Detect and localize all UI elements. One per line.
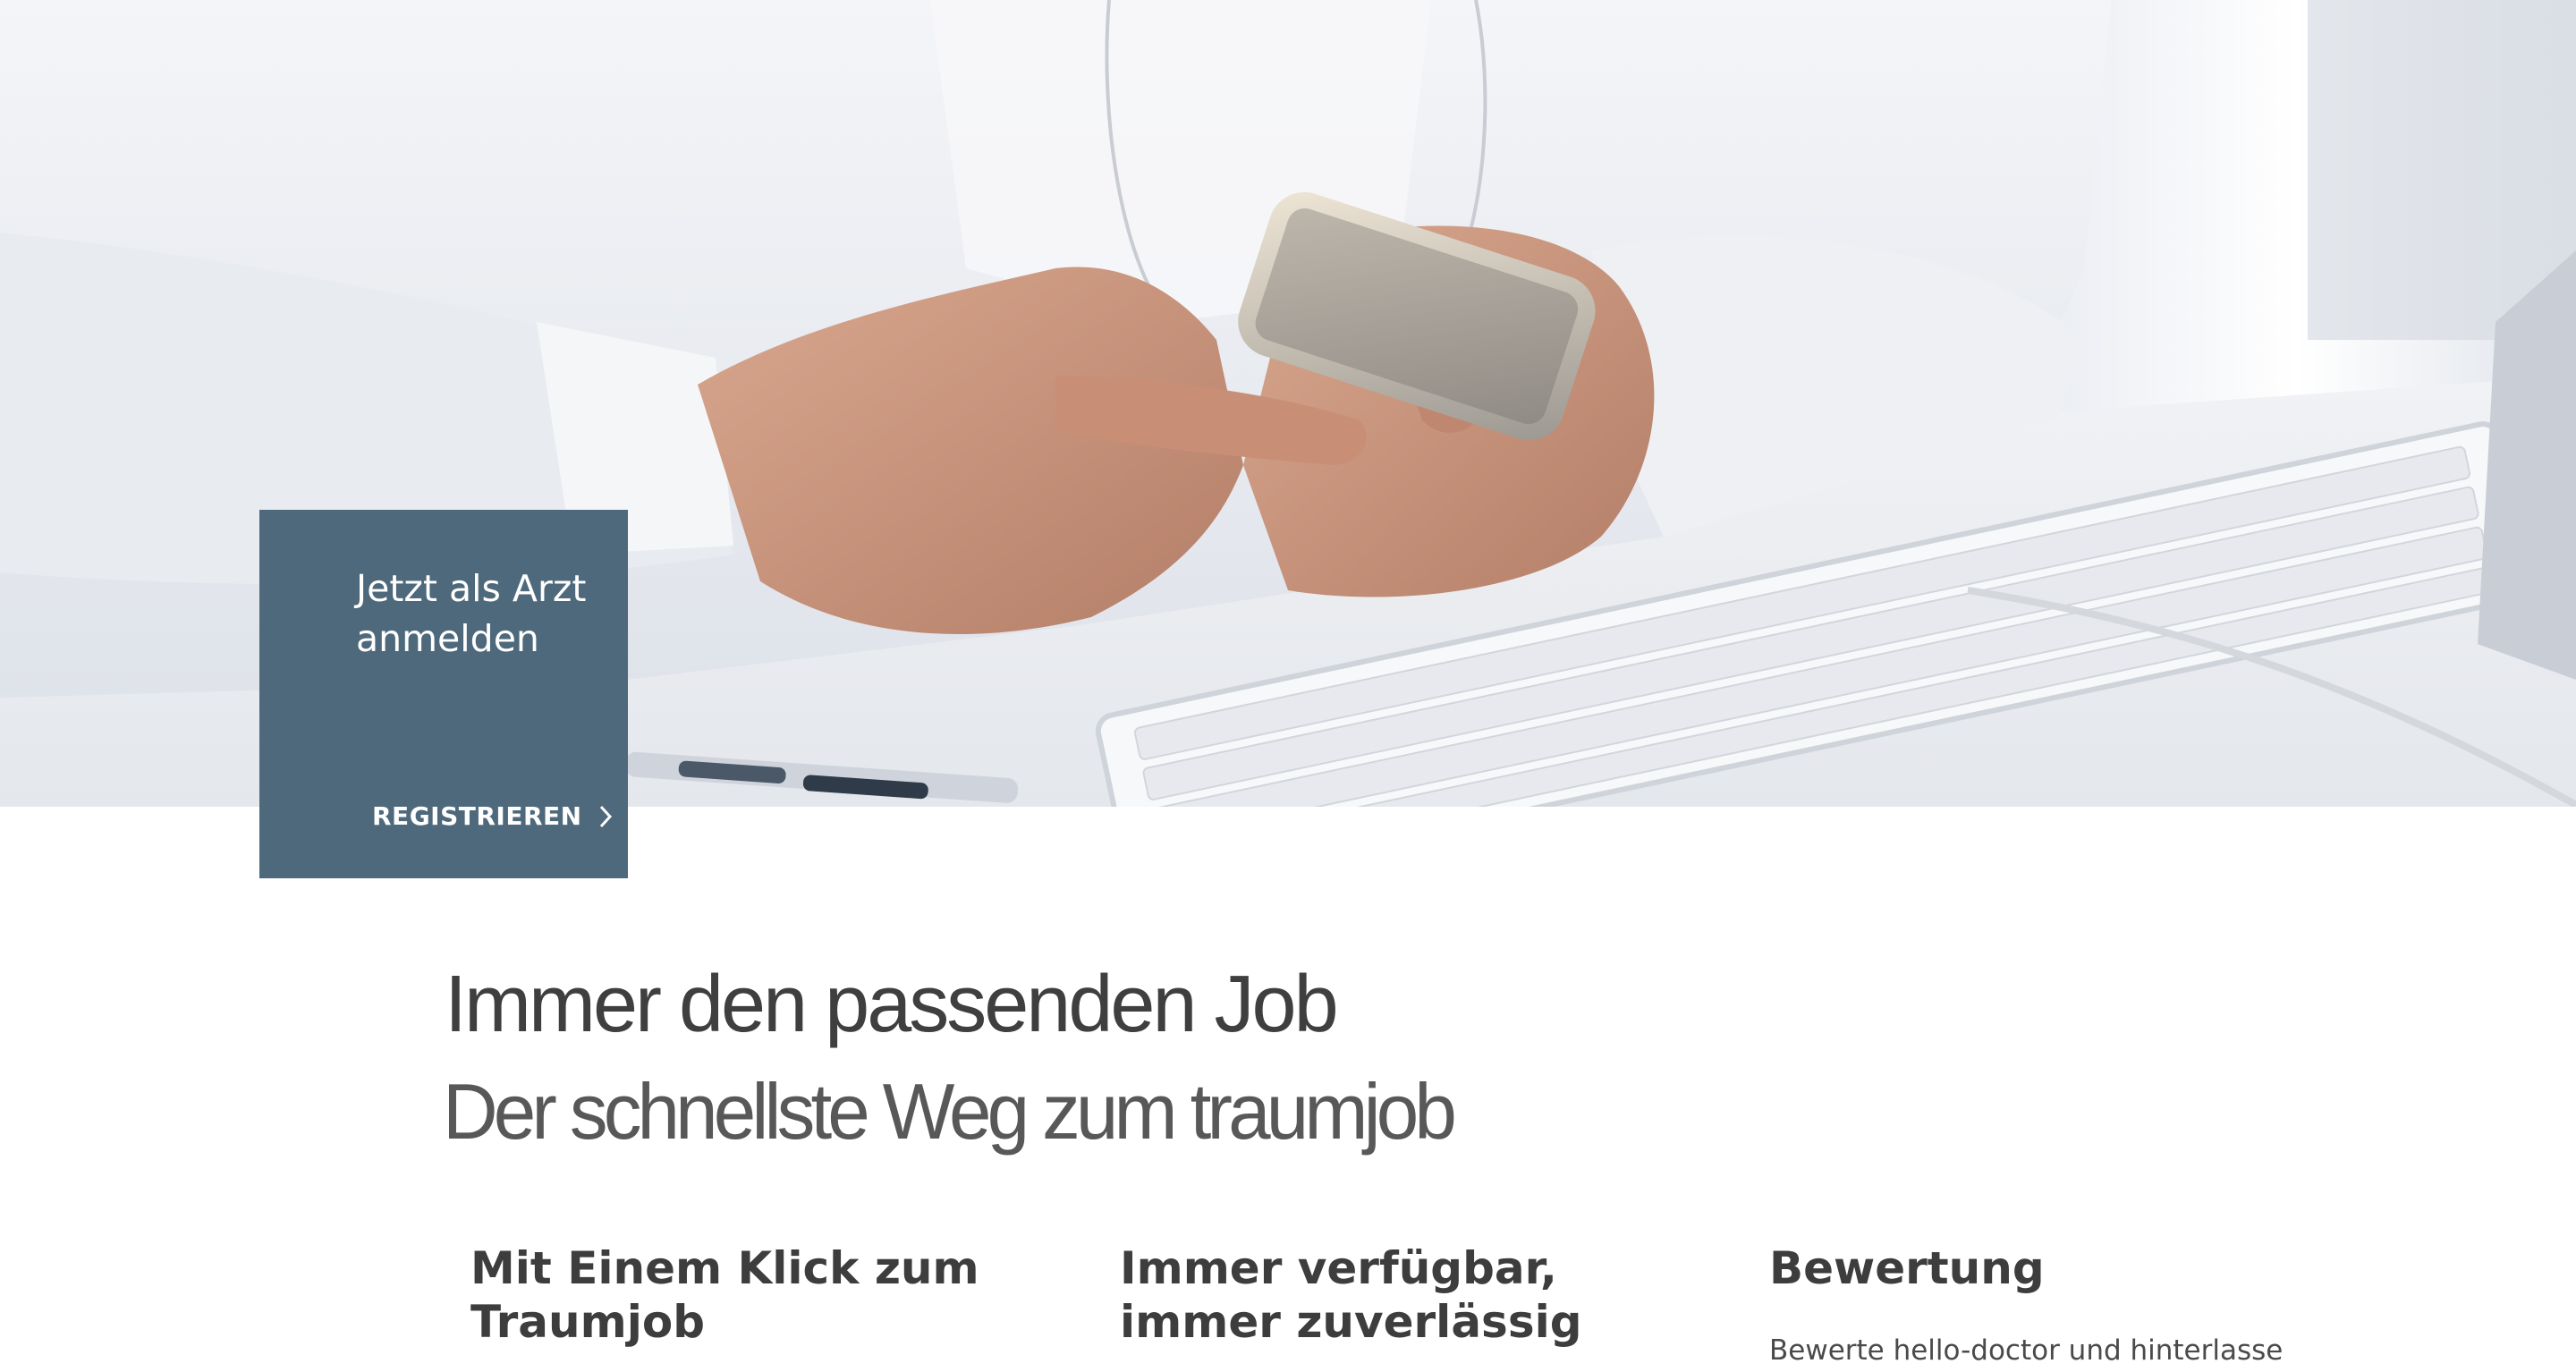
feature-text: Bewerte hello-doctor und hinterlasse bbox=[1769, 1334, 2284, 1367]
chevron-right-icon bbox=[598, 804, 613, 829]
feature-column-one-click: Mit Einem Klick zum Traumjob bbox=[470, 1241, 1043, 1349]
register-link[interactable]: REGISTRIEREN bbox=[372, 801, 613, 831]
feature-title: Immer verfügbar, immer zuverlässig bbox=[1120, 1242, 1582, 1348]
feature-column-rating: Bewertung Bewerte hello-doctor und hinte… bbox=[1769, 1241, 2342, 1370]
feature-title: Bewertung bbox=[1769, 1242, 2045, 1294]
page-subheadline: Der schnellste Weg zum traumjob bbox=[443, 1067, 1457, 1156]
feature-column-availability: Immer verfügbar, immer zuverlässig bbox=[1120, 1241, 1692, 1349]
register-cta-box: Jetzt als Arzt anmelden REGISTRIEREN bbox=[259, 510, 628, 878]
feature-title: Mit Einem Klick zum Traumjob bbox=[470, 1242, 979, 1348]
page-headline: Immer den passenden Job bbox=[445, 960, 1339, 1049]
register-link-label: REGISTRIEREN bbox=[372, 801, 582, 831]
cta-title: Jetzt als Arzt anmelden bbox=[356, 567, 587, 660]
